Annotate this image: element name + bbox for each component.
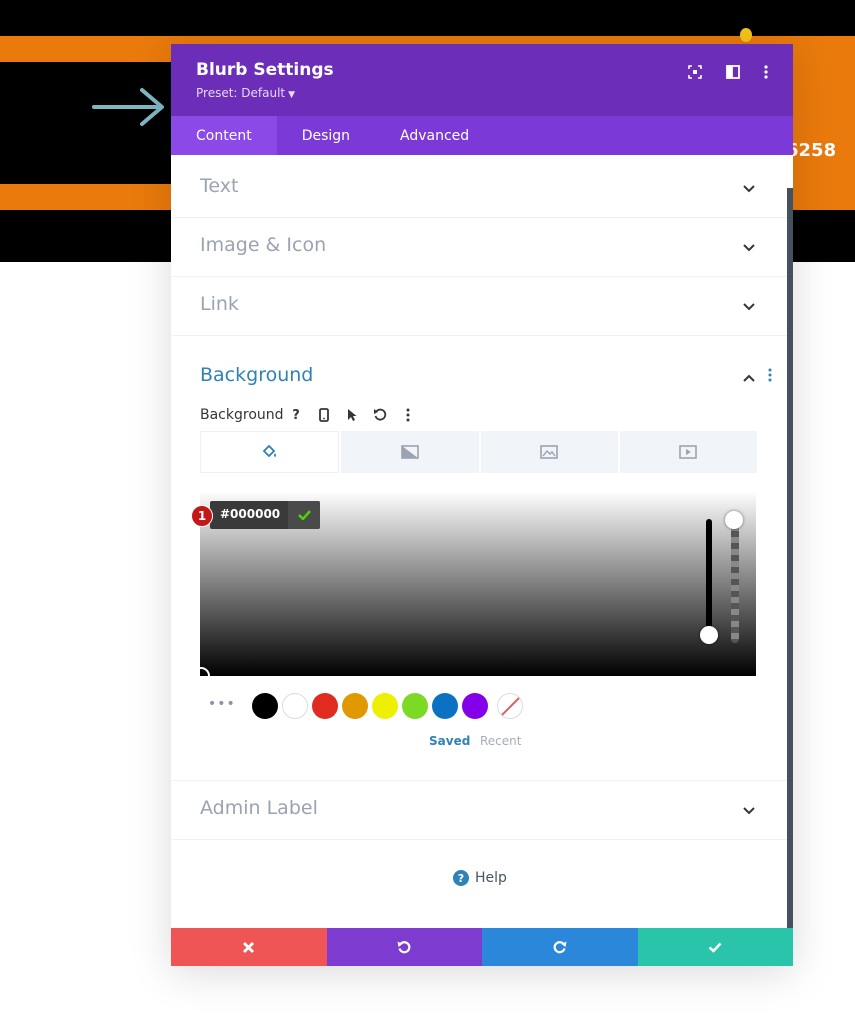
saturation-handle[interactable] (192, 667, 210, 685)
modal-title: Blurb Settings (196, 60, 334, 80)
chevron-down-icon (743, 807, 755, 815)
help-icon[interactable]: ? (287, 406, 305, 424)
page-orange-block (793, 36, 855, 210)
hex-input[interactable]: #000000 (210, 501, 320, 529)
preset-dropdown[interactable]: Preset: Default ▼ (196, 86, 295, 100)
video-icon (679, 445, 698, 459)
blurb-settings-modal: Blurb Settings Preset: Default ▼ Content … (171, 44, 793, 966)
gradient-icon (401, 445, 419, 459)
step-badge: 1 (191, 505, 213, 527)
color-tab[interactable] (200, 431, 340, 473)
chevron-down-icon (743, 303, 755, 311)
tab-design[interactable]: Design (277, 116, 375, 155)
chevron-up-icon[interactable] (741, 370, 757, 386)
tab-content[interactable]: Content (171, 116, 277, 155)
section-label: Admin Label (200, 797, 318, 819)
more-options-icon[interactable] (756, 62, 776, 82)
section-link[interactable]: Link (171, 277, 787, 336)
section-text[interactable]: Text (171, 159, 787, 218)
section-background-title[interactable]: Background (200, 364, 313, 386)
help-circle-icon: ? (453, 870, 469, 886)
background-type-tabs (200, 431, 757, 473)
undo-icon (397, 941, 411, 954)
chevron-down-icon (743, 244, 755, 252)
recent-colors-tab[interactable]: Recent (480, 734, 521, 748)
opacity-slider[interactable] (731, 519, 739, 643)
swatch-green[interactable] (402, 693, 428, 719)
background-field-label: Background (200, 407, 284, 423)
swatch-transparent[interactable] (497, 693, 523, 719)
apply-color-button[interactable] (288, 501, 320, 529)
hue-slider[interactable] (706, 519, 712, 639)
page-phone-number: 6258 (786, 140, 837, 161)
arrow-right-icon (92, 88, 164, 126)
hue-slider-handle[interactable] (700, 626, 718, 644)
scrollbar[interactable] (787, 188, 793, 928)
more-swatches-icon[interactable]: ••• (208, 696, 236, 712)
checkmark-icon (708, 942, 722, 953)
section-more-icon[interactable] (768, 368, 772, 382)
image-tab[interactable] (480, 431, 618, 473)
color-icon (262, 445, 276, 458)
redo-icon (553, 941, 567, 954)
fullscreen-icon[interactable] (685, 62, 705, 82)
save-button[interactable] (637, 928, 793, 966)
undo-button[interactable] (326, 928, 482, 966)
swatch-white[interactable] (282, 693, 308, 719)
caret-down-icon: ▼ (288, 90, 296, 100)
gradient-tab[interactable] (341, 431, 479, 473)
swatch-red[interactable] (312, 693, 338, 719)
section-label: Text (200, 175, 239, 197)
modal-footer (171, 928, 793, 966)
chevron-down-icon (743, 185, 755, 193)
section-label: Image & Icon (200, 234, 327, 256)
swatch-yellow[interactable] (372, 693, 398, 719)
help-label: Help (475, 870, 507, 886)
tab-advanced[interactable]: Advanced (375, 116, 494, 155)
redo-button[interactable] (482, 928, 638, 966)
help-link[interactable]: ? Help (453, 870, 507, 886)
mobile-icon[interactable] (315, 406, 333, 424)
settings-tabs: Content Design Advanced (171, 116, 793, 155)
section-image-icon[interactable]: Image & Icon (171, 218, 787, 277)
cursor-icon[interactable] (343, 406, 361, 424)
opacity-slider-handle[interactable] (725, 511, 743, 529)
preset-label: Preset: Default (196, 86, 286, 100)
color-picker-area[interactable]: #000000 1 (191, 491, 756, 685)
saved-colors-tab[interactable]: Saved (429, 734, 470, 748)
cancel-button[interactable] (171, 928, 327, 966)
modal-header: Blurb Settings Preset: Default ▼ (171, 44, 793, 116)
checkmark-icon (297, 510, 311, 520)
section-label: Link (200, 293, 239, 315)
swatch-blue[interactable] (432, 693, 458, 719)
swatch-orange[interactable] (342, 693, 368, 719)
image-icon (540, 445, 558, 459)
hex-value: #000000 (220, 507, 281, 521)
more-icon[interactable] (399, 406, 417, 424)
section-admin-label[interactable]: Admin Label (171, 781, 787, 840)
lightbulb-icon (740, 28, 752, 42)
video-tab[interactable] (619, 431, 757, 473)
close-icon (243, 941, 255, 953)
swatch-black[interactable] (252, 693, 278, 719)
swatch-purple[interactable] (462, 693, 488, 719)
reset-icon[interactable] (371, 406, 389, 424)
split-view-icon[interactable] (723, 62, 743, 82)
